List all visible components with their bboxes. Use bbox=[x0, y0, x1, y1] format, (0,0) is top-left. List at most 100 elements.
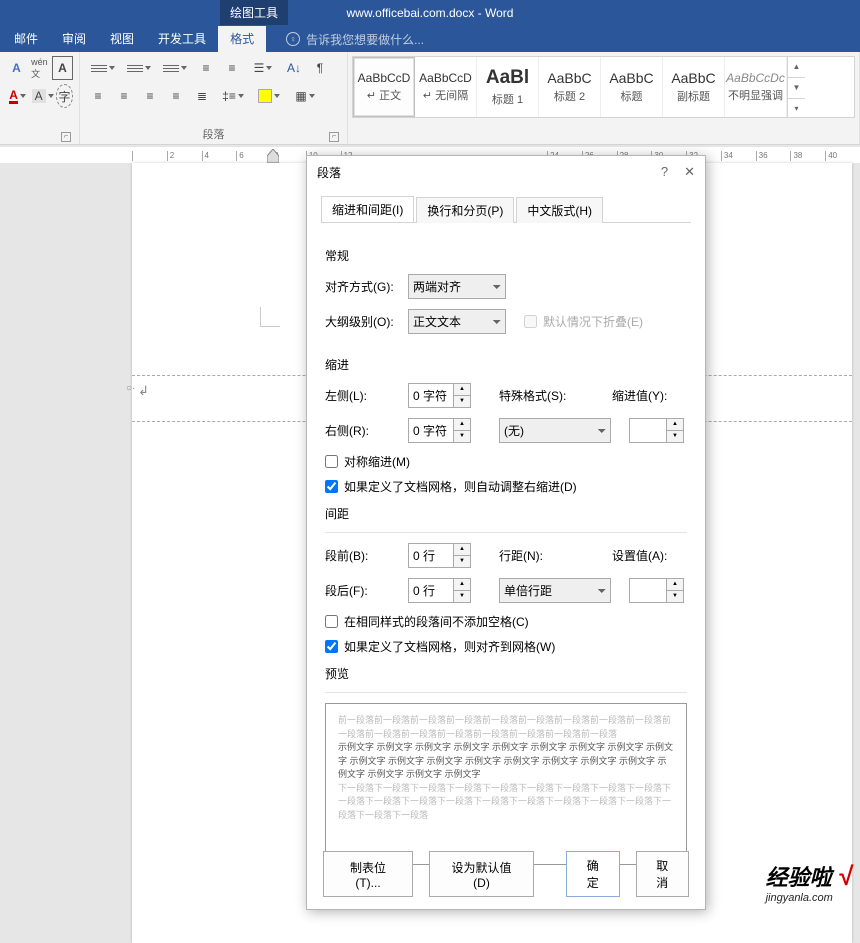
align-center-button[interactable]: ≡ bbox=[112, 84, 136, 108]
styles-scroll-up[interactable]: ▲ bbox=[788, 57, 805, 78]
alignment-select[interactable]: 两端对齐 bbox=[408, 274, 506, 299]
style-no-spacing[interactable]: AaBbCcD ↵ 无间隔 bbox=[415, 57, 477, 117]
style-name: 副标题 bbox=[677, 88, 710, 104]
spin-up-icon[interactable]: ▲ bbox=[667, 418, 684, 430]
text-direction-button[interactable]: ☰ bbox=[246, 56, 280, 80]
style-preview: AaBl bbox=[486, 67, 529, 89]
space-after-spinner[interactable]: ▲▼ bbox=[408, 578, 471, 603]
spin-down-icon[interactable]: ▼ bbox=[454, 555, 471, 568]
spin-down-icon[interactable]: ▼ bbox=[667, 430, 684, 443]
spin-up-icon[interactable]: ▲ bbox=[454, 418, 471, 430]
left-indent-input[interactable] bbox=[408, 383, 454, 408]
align-right-button[interactable]: ≡ bbox=[138, 84, 162, 108]
borders-button[interactable]: ▦ bbox=[288, 84, 322, 108]
char-border-button[interactable]: A bbox=[52, 56, 73, 80]
phonetic-button[interactable]: wén文 bbox=[29, 56, 50, 80]
bullets-button[interactable] bbox=[86, 56, 120, 80]
cancel-button[interactable]: 取消 bbox=[636, 851, 690, 897]
indent-by-input[interactable] bbox=[629, 418, 667, 443]
tab-indents-spacing[interactable]: 缩进和间距(I) bbox=[321, 196, 414, 222]
space-after-label: 段后(F): bbox=[325, 582, 400, 599]
style-heading2[interactable]: AaBbC 标题 2 bbox=[539, 57, 601, 117]
spin-down-icon[interactable]: ▼ bbox=[667, 590, 684, 603]
outline-level-select[interactable]: 正文文本 bbox=[408, 309, 506, 334]
styles-expand[interactable]: ▾ bbox=[788, 99, 805, 118]
space-before-input[interactable] bbox=[408, 543, 454, 568]
style-name: ↵ 无间隔 bbox=[423, 87, 468, 103]
multilevel-list-button[interactable] bbox=[158, 56, 192, 80]
line-spacing-label: 行距(N): bbox=[499, 547, 574, 564]
font-color-button[interactable]: A bbox=[6, 84, 29, 108]
distribute-button[interactable]: ≣ bbox=[190, 84, 214, 108]
spin-down-icon[interactable]: ▼ bbox=[454, 395, 471, 408]
increase-indent-button[interactable]: ≡ bbox=[220, 56, 244, 80]
help-button[interactable]: ? bbox=[661, 164, 668, 180]
tab-dev-tools[interactable]: 开发工具 bbox=[146, 26, 218, 52]
tell-me-search[interactable]: ♀ 告诉我您想要做什么... bbox=[286, 31, 424, 48]
right-indent-input[interactable] bbox=[408, 418, 454, 443]
style-normal[interactable]: AaBbCcD ↵ 正文 bbox=[353, 57, 415, 117]
tabs-button[interactable]: 制表位(T)... bbox=[323, 851, 413, 897]
styles-scroll-down[interactable]: ▼ bbox=[788, 78, 805, 99]
right-indent-spinner[interactable]: ▲▼ bbox=[408, 418, 471, 443]
char-shading-button[interactable]: A bbox=[31, 84, 54, 108]
sort-button[interactable]: A↓ bbox=[282, 56, 306, 80]
shading-color-icon bbox=[258, 89, 272, 103]
close-button[interactable]: ✕ bbox=[684, 164, 695, 180]
snap-to-grid-checkbox[interactable] bbox=[325, 640, 338, 653]
font-expand-icon[interactable]: ⌐ bbox=[61, 132, 71, 142]
indent-by-spinner[interactable]: ▲▼ bbox=[629, 418, 684, 443]
style-preview: AaBbCcDc bbox=[726, 71, 785, 85]
enclose-char-button[interactable]: 字 bbox=[56, 84, 73, 108]
decrease-indent-button[interactable]: ≡ bbox=[194, 56, 218, 80]
tab-asian-typography[interactable]: 中文版式(H) bbox=[516, 197, 603, 223]
spin-up-icon[interactable]: ▲ bbox=[454, 543, 471, 555]
indent-section-label: 缩进 bbox=[325, 356, 687, 373]
watermark-text: 经验啦 √ bbox=[766, 860, 852, 892]
left-indent-spinner[interactable]: ▲▼ bbox=[408, 383, 471, 408]
no-space-same-style-checkbox[interactable] bbox=[325, 615, 338, 628]
align-left-button[interactable]: ≡ bbox=[86, 84, 110, 108]
indent-by-label: 缩进值(Y): bbox=[612, 387, 667, 404]
auto-adjust-indent-checkbox[interactable] bbox=[325, 480, 338, 493]
spacing-section-label: 间距 bbox=[325, 505, 687, 522]
paragraph-expand-icon[interactable]: ⌐ bbox=[329, 132, 339, 142]
special-indent-select[interactable]: (无) bbox=[499, 418, 611, 443]
indent-marker-icon[interactable] bbox=[267, 149, 279, 163]
spin-up-icon[interactable]: ▲ bbox=[454, 578, 471, 590]
style-heading1[interactable]: AaBl 标题 1 bbox=[477, 57, 539, 117]
style-subtle-emphasis[interactable]: AaBbCcDc 不明显强调 bbox=[725, 57, 787, 117]
row-anchor-icon: ○· bbox=[126, 383, 135, 394]
ok-button[interactable]: 确定 bbox=[566, 851, 620, 897]
space-before-spinner[interactable]: ▲▼ bbox=[408, 543, 471, 568]
general-section-label: 常规 bbox=[325, 247, 687, 264]
set-default-button[interactable]: 设为默认值(D) bbox=[429, 851, 534, 897]
spin-down-icon[interactable]: ▼ bbox=[454, 590, 471, 603]
show-marks-button[interactable]: ¶ bbox=[308, 56, 332, 80]
mirror-indent-checkbox[interactable] bbox=[325, 455, 338, 468]
spin-up-icon[interactable]: ▲ bbox=[454, 383, 471, 395]
paragraph-group-label: 段落⌐ bbox=[86, 124, 341, 144]
style-name: ↵ 正文 bbox=[367, 87, 401, 103]
spacing-at-input[interactable] bbox=[629, 578, 667, 603]
tab-format[interactable]: 格式 bbox=[218, 26, 266, 52]
line-spacing-select[interactable]: 单倍行距 bbox=[499, 578, 611, 603]
font-group-label: ⌐ bbox=[6, 128, 73, 144]
shading-button[interactable] bbox=[252, 84, 286, 108]
tab-review[interactable]: 审阅 bbox=[50, 26, 98, 52]
justify-button[interactable]: ≡ bbox=[164, 84, 188, 108]
outline-level-label: 大纲级别(O): bbox=[325, 313, 400, 330]
style-title[interactable]: AaBbC 标题 bbox=[601, 57, 663, 117]
text-effects-button[interactable]: A bbox=[6, 56, 27, 80]
spin-down-icon[interactable]: ▼ bbox=[454, 430, 471, 443]
numbering-button[interactable] bbox=[122, 56, 156, 80]
special-indent-label: 特殊格式(S): bbox=[499, 387, 574, 404]
tab-view[interactable]: 视图 bbox=[98, 26, 146, 52]
line-spacing-button[interactable]: ‡≡ bbox=[216, 84, 250, 108]
tab-line-page-breaks[interactable]: 换行和分页(P) bbox=[416, 197, 514, 223]
spin-up-icon[interactable]: ▲ bbox=[667, 578, 684, 590]
space-after-input[interactable] bbox=[408, 578, 454, 603]
spacing-at-spinner[interactable]: ▲▼ bbox=[629, 578, 684, 603]
tab-mail[interactable]: 邮件 bbox=[2, 26, 50, 52]
style-subtitle[interactable]: AaBbC 副标题 bbox=[663, 57, 725, 117]
